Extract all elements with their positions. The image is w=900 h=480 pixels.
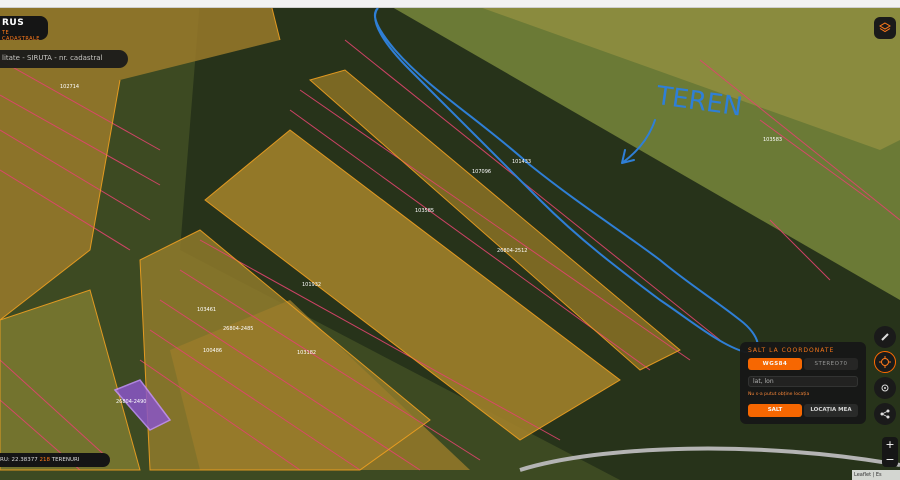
browser-top-strip bbox=[0, 0, 900, 8]
layers-icon bbox=[879, 22, 891, 33]
search-input[interactable]: litate - SIRUTA - nr. cadastral bbox=[2, 54, 102, 62]
app-logo[interactable]: RUS TE CADASTRALE bbox=[0, 16, 48, 42]
parcel-label[interactable]: 101433 bbox=[512, 159, 531, 165]
panel-title: SALT LA COORDONATE bbox=[748, 347, 835, 354]
parcel-label[interactable]: 103461 bbox=[197, 307, 216, 313]
coordinate-jump-panel: SALT LA COORDONATE WGS84 STEREO70 Nu s-a… bbox=[740, 342, 866, 424]
parcel-label[interactable]: 26804-2512 bbox=[497, 248, 527, 254]
tab-wgs84[interactable]: WGS84 bbox=[748, 358, 802, 370]
parcel-label[interactable]: 100486 bbox=[203, 348, 222, 354]
location-error: Nu s-a putut obține locația bbox=[748, 392, 810, 397]
coordinates-button[interactable] bbox=[874, 351, 896, 373]
coordinates-input[interactable] bbox=[748, 376, 858, 387]
parcel-label[interactable]: 103583 bbox=[763, 137, 782, 143]
zoom-control: + − bbox=[882, 437, 898, 467]
parcel-count-unit: TERENURI bbox=[51, 457, 80, 463]
locate-icon bbox=[881, 384, 889, 392]
parcel-label[interactable]: 101932 bbox=[302, 282, 321, 288]
zoom-in-button[interactable]: + bbox=[882, 437, 898, 452]
share-icon bbox=[880, 409, 890, 419]
cursor-coordinates: RU: 22.38377 bbox=[0, 457, 38, 463]
brand-subtitle: TE CADASTRALE bbox=[2, 30, 40, 42]
map-attribution[interactable]: Leaflet | Es bbox=[852, 470, 900, 480]
brand-name: RUS bbox=[2, 18, 25, 28]
measure-button[interactable] bbox=[874, 326, 896, 348]
parcel-label[interactable]: 103182 bbox=[297, 350, 316, 356]
ruler-icon bbox=[881, 333, 889, 341]
zoom-out-button[interactable]: − bbox=[882, 452, 898, 467]
parcel-label[interactable]: 102714 bbox=[60, 84, 79, 90]
parcel-label[interactable]: 26804-2485 bbox=[223, 326, 253, 332]
parcel-label[interactable]: 26804-2490 bbox=[116, 399, 146, 405]
parcel-label[interactable]: 107096 bbox=[472, 169, 491, 175]
tab-stereo70[interactable]: STEREO70 bbox=[804, 358, 858, 370]
parcel-count: 218 bbox=[39, 457, 50, 463]
share-button[interactable] bbox=[874, 403, 896, 425]
jump-button[interactable]: SALT bbox=[748, 404, 802, 417]
crosshair-icon bbox=[879, 356, 891, 368]
parcel-label[interactable]: 103585 bbox=[415, 208, 434, 214]
locate-button[interactable] bbox=[874, 377, 896, 399]
search-bar[interactable]: litate - SIRUTA - nr. cadastral bbox=[0, 50, 128, 68]
layers-button[interactable] bbox=[874, 17, 896, 39]
status-bar: RU: 22.38377 218 TERENURI bbox=[0, 453, 110, 467]
my-location-button[interactable]: LOCAȚIA MEA bbox=[804, 404, 858, 417]
